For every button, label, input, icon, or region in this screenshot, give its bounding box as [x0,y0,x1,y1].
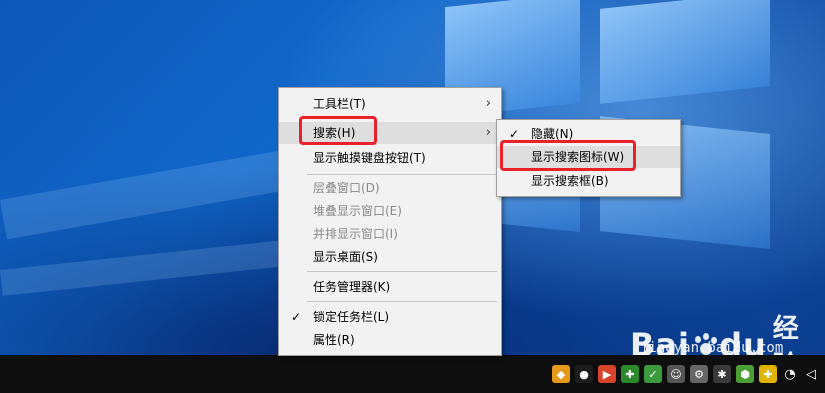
menu-item-label: 锁定任务栏(L) [313,310,390,324]
menu-item-side-by-side-windows: 并排显示窗口(I) [279,223,501,245]
system-tray: ◆ ● ▶ ✚ ✓ ☺ ⚙ ✱ ⬢ ✚ ◔ ◁ [552,355,819,393]
qq-icon[interactable]: ● [575,365,593,383]
chevron-right-icon: › [485,96,491,111]
checkmark-icon: ✓ [291,310,302,324]
update-icon[interactable]: ✱ [713,365,731,383]
network-guard-icon[interactable]: ⬢ [736,365,754,383]
menu-item-cascade-windows: 层叠窗口(D) [279,177,501,199]
menu-item-show-touch-keyboard[interactable]: 显示触摸键盘按钮(T) [279,147,501,169]
wifi-icon[interactable]: ◔ [782,367,798,382]
security-shield-icon[interactable]: ◆ [552,365,570,383]
menu-separator [307,301,497,302]
windows-logo-pane-top-right [600,0,770,104]
user-icon[interactable]: ☺ [667,365,685,383]
watermark-url: jingyan.baidu.com [640,340,784,356]
volume-icon[interactable]: ◁ [803,367,819,382]
menu-item-stacked-windows: 堆叠显示窗口(E) [279,200,501,222]
menu-item-label: 显示触摸键盘按钮(T) [313,151,426,165]
submenu-item-show-search-box[interactable]: 显示搜索框(B) [497,170,680,192]
menu-item-label: 显示桌面(S) [313,250,378,264]
menu-item-label: 层叠窗口(D) [313,181,380,195]
taskbar[interactable]: ◆ ● ▶ ✚ ✓ ☺ ⚙ ✱ ⬢ ✚ ◔ ◁ [0,355,825,393]
menu-item-label: 属性(R) [313,333,355,347]
menu-item-toolbars[interactable]: 工具栏(T) › [279,93,501,115]
media-icon[interactable]: ▶ [598,365,616,383]
menu-item-lock-taskbar[interactable]: ✓ 锁定任务栏(L) [279,306,501,328]
menu-item-task-manager[interactable]: 任务管理器(K) [279,276,501,298]
menu-item-label: 任务管理器(K) [313,280,391,294]
menu-item-label: 堆叠显示窗口(E) [313,204,402,218]
network-guard-icon[interactable]: ✚ [759,365,777,383]
annotation-highlight-show-search-icon [500,140,636,171]
annotation-highlight-search [299,116,377,145]
chevron-right-icon: › [485,125,491,140]
shield-check-icon[interactable]: ✓ [644,365,662,383]
submenu-item-label: 显示搜索框(B) [531,174,609,188]
settings-gear-icon[interactable]: ⚙ [690,365,708,383]
menu-item-show-desktop[interactable]: 显示桌面(S) [279,246,501,268]
menu-separator [307,174,497,175]
antivirus-icon[interactable]: ✚ [621,365,639,383]
menu-separator [307,271,497,272]
menu-item-label: 并排显示窗口(I) [313,227,398,241]
menu-item-properties[interactable]: 属性(R) [279,329,501,351]
menu-item-label: 工具栏(T) [313,97,366,111]
